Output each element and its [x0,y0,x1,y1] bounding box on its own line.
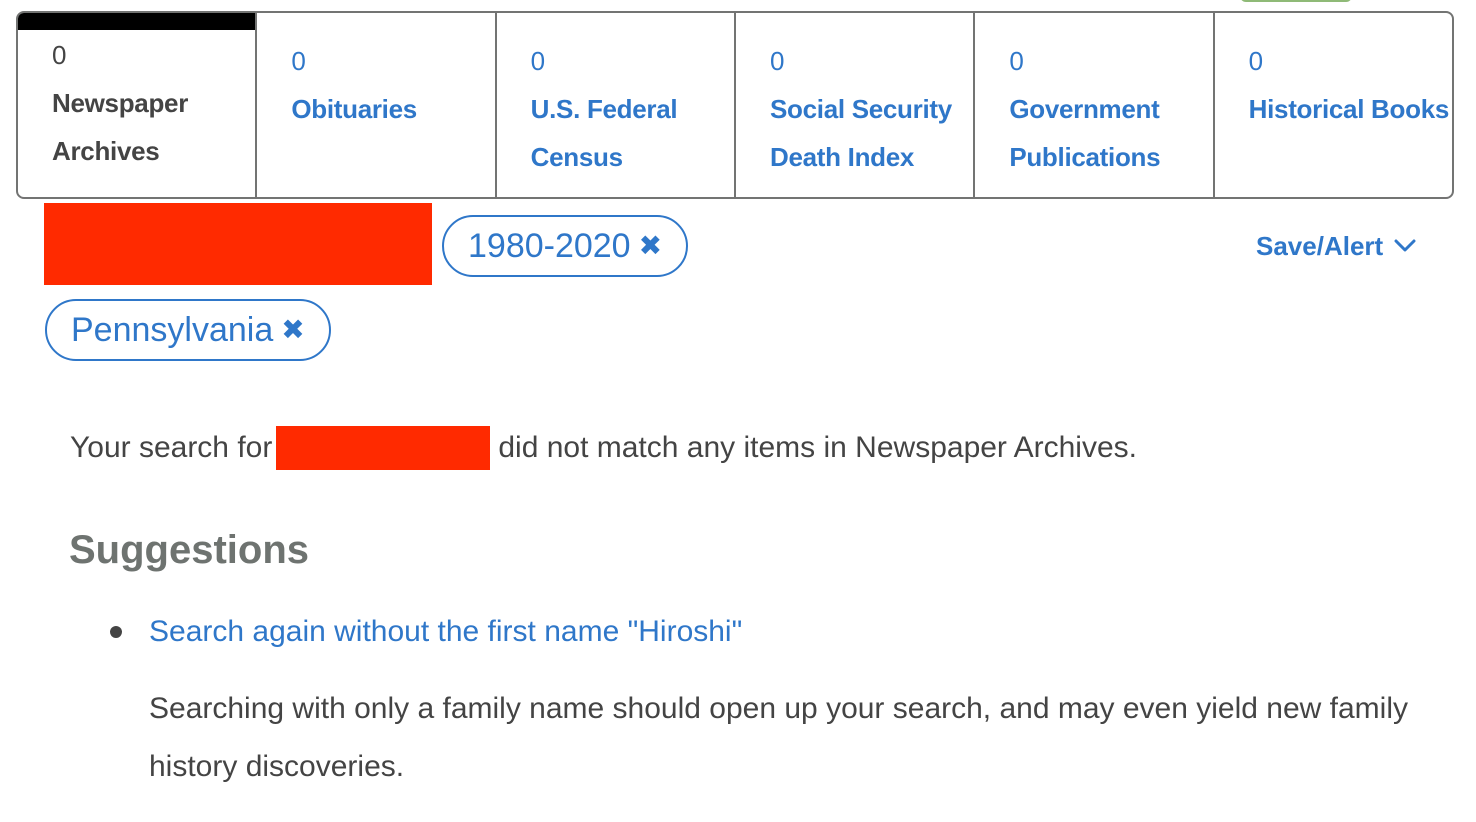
tab-government-publications[interactable]: 0 Government Publications [975,13,1215,197]
tab-us-federal-census[interactable]: 0 U.S. Federal Census [497,13,736,197]
chevron-down-icon [1394,239,1416,252]
tab-historical-books[interactable]: 0 Historical Books [1215,13,1452,197]
close-icon[interactable]: ✖ [639,217,662,275]
suggestion-item: Search again without the first name "Hir… [110,606,742,658]
tab-count: 0 [1009,46,1024,76]
chip-label: Pennsylvania [71,311,274,349]
top-banner-edge [1240,0,1352,2]
tab-count: 0 [769,46,785,76]
tab-label[interactable]: Government Publications [1009,85,1212,181]
suggestions-heading: Suggestions [69,528,310,572]
tab-social-security-death-index[interactable]: 0 Social Security Death Index [736,13,976,197]
location-filter-chip[interactable]: Pennsylvania ✖ [45,299,331,361]
collection-tabs: 0 Newspaper Archives 0 Obituaries 0 U.S.… [16,11,1454,199]
tab-obituaries[interactable]: 0 Obituaries [257,13,497,197]
tab-label[interactable]: Historical Books [1249,85,1452,133]
tab-count: 0 [291,46,306,76]
bullet-icon [110,626,122,638]
save-alert-label: Save/Alert [1256,231,1384,261]
tab-label[interactable]: U.S. Federal Census [531,85,734,181]
close-icon[interactable]: ✖ [281,301,304,359]
chip-label: 1980-2020 [468,227,631,265]
suggestion-description: Searching with only a family name should… [149,692,1409,783]
no-results-message: Your search for did not match any items … [70,426,1137,470]
tab-label: Newspaper Archives [52,88,189,166]
tab-label[interactable]: Obituaries [291,85,494,133]
tab-label[interactable]: Social Security Death Index [770,85,973,181]
tab-count: 0 [1248,46,1264,76]
tab-newspaper-archives[interactable]: 0 Newspaper Archives [18,13,258,197]
message-suffix: did not match any items in Newspaper Arc… [498,431,1137,464]
save-alert-dropdown[interactable]: Save/Alert [1256,228,1417,264]
redacted-search-term [276,426,491,470]
search-without-first-name-link[interactable]: Search again without the first name "Hir… [149,606,742,658]
tab-count: 0 [52,40,67,70]
date-range-filter-chip[interactable]: 1980-2020 ✖ [442,215,689,277]
redacted-name-filter [44,203,432,285]
tab-count: 0 [530,46,546,76]
message-prefix: Your search for [70,431,273,464]
